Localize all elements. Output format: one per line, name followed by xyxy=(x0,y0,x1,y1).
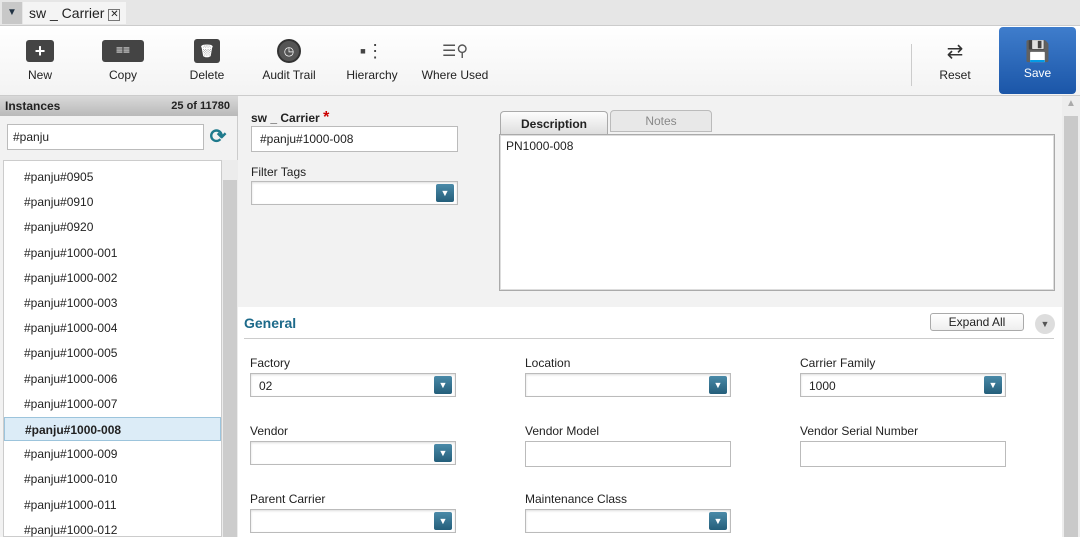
list-item[interactable]: #panju#1000-011 xyxy=(4,493,221,517)
form-scrollbar[interactable]: ▲ xyxy=(1062,96,1080,537)
name-input[interactable]: #panju#1000-008 xyxy=(251,126,458,152)
close-icon[interactable]: ✕ xyxy=(108,9,121,21)
tab-menu-chevron-icon[interactable]: ▼ xyxy=(2,2,22,24)
where-used-search-icon: ☰⚲ xyxy=(441,43,469,60)
hierarchy-button[interactable]: ▪⋮ Hierarchy xyxy=(343,36,401,83)
tab-notes[interactable]: Notes xyxy=(610,110,712,132)
chevron-down-icon: ▼ xyxy=(434,376,452,394)
tab-bar: ▼ sw _ Carrier ✕ xyxy=(0,0,1080,26)
audit-trail-label: Audit Trail xyxy=(262,68,316,82)
parent-carrier-dropdown[interactable]: ▼ xyxy=(250,509,456,533)
trash-icon: 🗑 xyxy=(194,39,220,63)
vendor-serial-input[interactable] xyxy=(800,441,1006,467)
tab-description[interactable]: Description xyxy=(500,111,608,135)
filter-tags-dropdown[interactable]: ▼ xyxy=(251,181,458,205)
instances-header: Instances 25 of 11780 xyxy=(0,96,238,116)
delete-label: Delete xyxy=(189,68,225,82)
instances-panel: Instances 25 of 11780 #panju ⟳ #panju#090… xyxy=(0,96,238,537)
list-item[interactable]: #panju#1000-007 xyxy=(4,392,221,416)
vendor-label: Vendor xyxy=(250,424,289,438)
where-used-button[interactable]: ☰⚲ Where Used xyxy=(418,36,492,82)
chevron-down-icon: ▼ xyxy=(436,184,454,202)
name-label: sw _ Carrier xyxy=(251,111,320,125)
toolbar: + New ≡≡ Copy 🗑 Delete ◷ Audit Trail ▪⋮ Hiera… xyxy=(0,26,1080,96)
list-item[interactable]: #panju#1000-003 xyxy=(4,291,221,315)
save-button[interactable]: 💾 Save xyxy=(999,27,1076,94)
instances-title: Instances xyxy=(5,99,61,113)
chevron-down-icon: ▼ xyxy=(709,376,727,394)
list-item[interactable]: #panju#1000-005 xyxy=(4,341,221,365)
audit-trail-button[interactable]: ◷ Audit Trail xyxy=(258,36,320,82)
toolbar-divider xyxy=(911,44,912,86)
vendor-serial-label: Vendor Serial Number xyxy=(800,424,919,438)
delete-button[interactable]: 🗑 Delete xyxy=(185,36,229,82)
save-label: Save xyxy=(1023,66,1052,80)
new-label: New xyxy=(27,68,52,82)
filter-tags-label: Filter Tags xyxy=(251,165,307,179)
list-item[interactable]: #panju#1000-002 xyxy=(4,266,221,290)
new-button[interactable]: + New xyxy=(18,36,62,82)
carrier-family-label: Carrier Family xyxy=(800,356,876,370)
factory-label: Factory xyxy=(250,356,291,370)
list-item[interactable]: #panju#0920 xyxy=(4,215,221,239)
list-item[interactable]: #panju#1000-008 xyxy=(4,417,221,441)
list-item[interactable]: #panju#1000-004 xyxy=(4,316,221,340)
reset-label: Reset xyxy=(939,68,971,82)
refresh-icon[interactable]: ⟳ xyxy=(207,126,229,148)
chevron-down-icon: ▼ xyxy=(709,512,727,530)
maintenance-class-label: Maintenance Class xyxy=(525,492,628,506)
reset-button[interactable]: ⇄ Reset xyxy=(933,36,977,83)
list-item[interactable]: #panju#1000-009 xyxy=(4,442,221,466)
location-dropdown[interactable]: ▼ xyxy=(525,373,731,397)
vendor-model-label: Vendor Model xyxy=(525,424,600,438)
scrollbar-thumb[interactable] xyxy=(223,180,237,537)
field-value: 1000 xyxy=(809,379,836,393)
list-item[interactable]: #panju#1000-006 xyxy=(4,367,221,391)
list-item[interactable]: #panju#1000-001 xyxy=(4,241,221,265)
required-marker: * xyxy=(323,109,330,126)
instance-search-input[interactable]: #panju xyxy=(7,124,204,150)
hierarchy-icon: ▪⋮ xyxy=(359,40,385,61)
collapse-chevron-icon[interactable]: ▼ xyxy=(1035,314,1055,334)
description-textarea[interactable]: PN1000-008 xyxy=(499,134,1055,291)
floppy-disk-icon: 💾 xyxy=(1025,41,1050,63)
location-label: Location xyxy=(525,356,571,370)
instances-scrollbar[interactable] xyxy=(222,160,238,537)
scroll-up-icon[interactable]: ▲ xyxy=(1066,98,1076,109)
scrollbar-thumb[interactable] xyxy=(1064,116,1078,537)
chevron-down-icon: ▼ xyxy=(434,512,452,530)
section-divider xyxy=(244,338,1054,339)
header-form: sw _ Carrier * #panju#1000-008 Filter Ta… xyxy=(238,96,1062,307)
list-item[interactable]: #panju#1000-010 xyxy=(4,467,221,491)
plus-icon: + xyxy=(26,40,54,62)
list-item[interactable]: #panju#0905 xyxy=(4,165,221,189)
chevron-down-icon: ▼ xyxy=(984,376,1002,394)
copy-label: Copy xyxy=(108,68,137,82)
field-value: 02 xyxy=(259,379,273,393)
history-icon: ◷ xyxy=(277,39,301,63)
instances-count: 25 of 11780 xyxy=(171,100,230,112)
copy-icon: ≡≡ xyxy=(102,40,144,62)
expand-all-button[interactable]: Expand All xyxy=(930,313,1024,331)
factory-dropdown[interactable]: 02 ▼ xyxy=(250,373,456,397)
hierarchy-label: Hierarchy xyxy=(346,68,398,82)
general-section: General Expand All ▼ Factory 02 ▼ Location ▼… xyxy=(238,307,1062,537)
tab-title: sw _ Carrier xyxy=(29,5,105,21)
tab-sw-carrier[interactable]: sw _ Carrier ✕ xyxy=(23,2,127,24)
list-item[interactable]: #panju#0910 xyxy=(4,190,221,214)
copy-button[interactable]: ≡≡ Copy xyxy=(100,36,146,82)
list-item[interactable]: #panju#1000-012 xyxy=(4,518,221,542)
carrier-family-dropdown[interactable]: 1000 ▼ xyxy=(800,373,1006,397)
where-used-label: Where Used xyxy=(421,68,489,82)
vendor-dropdown[interactable]: ▼ xyxy=(250,441,456,465)
general-title[interactable]: General xyxy=(244,315,296,331)
maintenance-class-dropdown[interactable]: ▼ xyxy=(525,509,731,533)
parent-carrier-label: Parent Carrier xyxy=(250,492,326,506)
chevron-down-icon: ▼ xyxy=(434,444,452,462)
swap-arrows-icon: ⇄ xyxy=(946,40,964,63)
vendor-model-input[interactable] xyxy=(525,441,731,467)
instances-list: #panju#0905 #panju#0910 #panju#0920 #panju#… xyxy=(3,160,222,537)
